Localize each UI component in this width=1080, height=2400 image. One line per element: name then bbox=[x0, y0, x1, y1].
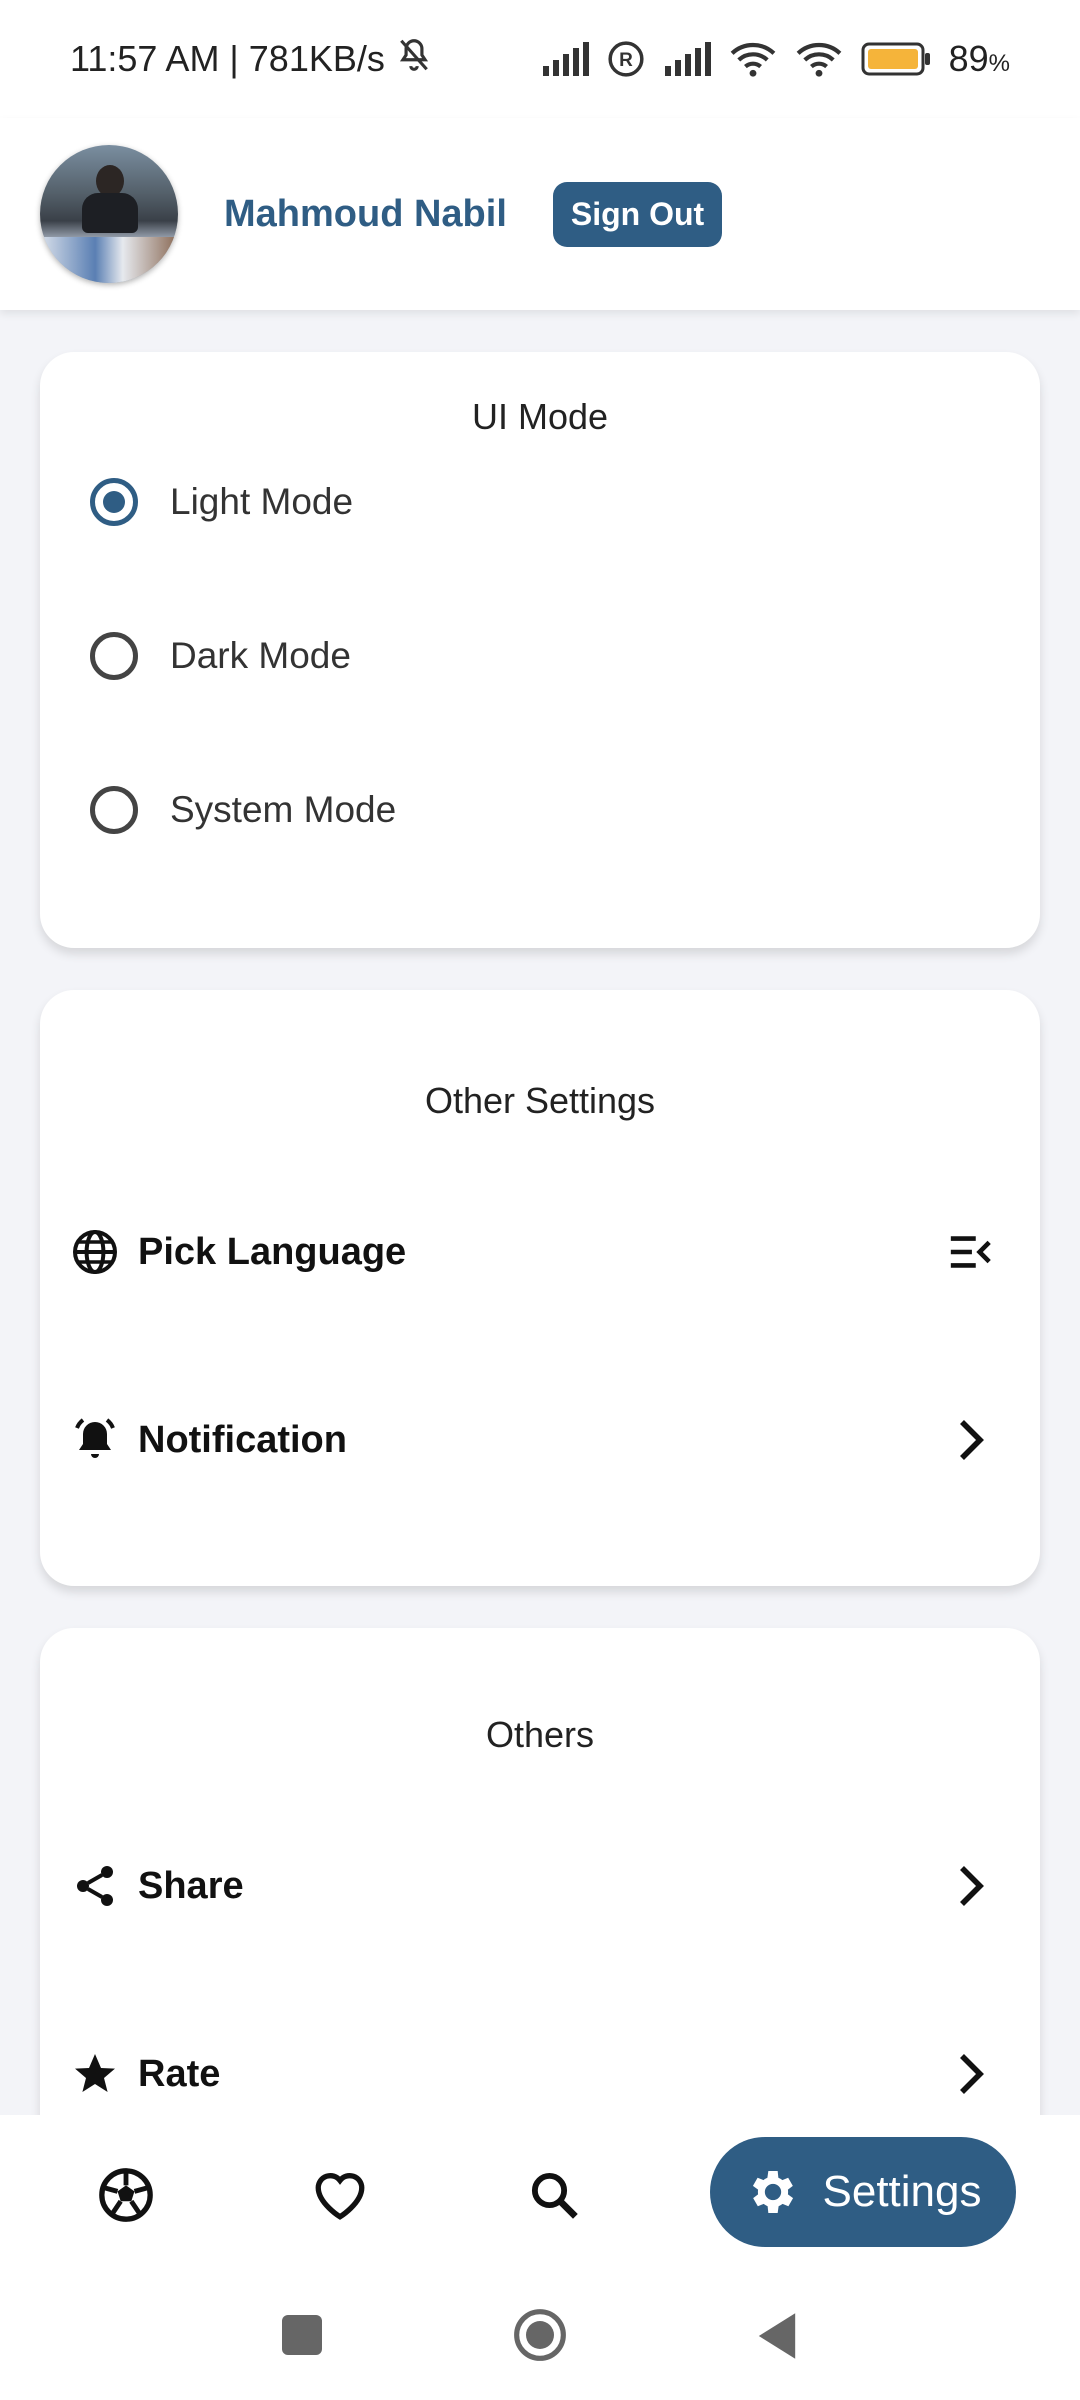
notification-label: Notification bbox=[138, 1418, 347, 1461]
rate-row[interactable]: Rate bbox=[70, 2034, 1010, 2114]
status-right: R 89% bbox=[541, 38, 1010, 80]
wifi-icon bbox=[729, 40, 777, 78]
settings-content[interactable]: UI Mode Light Mode Dark Mode System Mode… bbox=[0, 310, 1080, 2115]
wifi-icon-2 bbox=[795, 40, 843, 78]
battery-percent: 89 bbox=[948, 38, 989, 79]
svg-text:R: R bbox=[619, 50, 633, 71]
radio-button[interactable] bbox=[90, 632, 138, 680]
bell-icon bbox=[70, 1415, 120, 1465]
status-time-speed: 11:57 AM | 781KB/s bbox=[70, 38, 385, 79]
radio-system-mode[interactable]: System Mode bbox=[90, 786, 396, 834]
status-left: 11:57 AM | 781KB/s bbox=[70, 36, 433, 83]
signal-icon bbox=[541, 42, 589, 76]
status-bar: 11:57 AM | 781KB/s R 89% bbox=[0, 0, 1080, 118]
system-navigation-bar bbox=[0, 2275, 1080, 2400]
username: Mahmoud Nabil bbox=[224, 192, 507, 235]
soccer-ball-icon[interactable] bbox=[96, 2165, 156, 2225]
back-triangle-icon[interactable] bbox=[754, 2311, 800, 2361]
share-icon bbox=[70, 1861, 120, 1911]
ui-mode-card: UI Mode Light Mode Dark Mode System Mode bbox=[40, 352, 1040, 948]
rate-label: Rate bbox=[138, 2052, 221, 2095]
notification-row[interactable]: Notification bbox=[70, 1400, 1010, 1480]
heart-icon[interactable] bbox=[310, 2165, 370, 2225]
roaming-icon: R bbox=[607, 40, 645, 78]
radio-label: System Mode bbox=[170, 789, 397, 830]
profile-header: Mahmoud Nabil Sign Out bbox=[0, 118, 1080, 310]
gear-icon bbox=[745, 2164, 801, 2220]
battery-icon bbox=[861, 42, 931, 76]
home-circle-icon[interactable] bbox=[512, 2307, 568, 2363]
recents-square-icon[interactable] bbox=[282, 2315, 322, 2355]
search-icon[interactable] bbox=[524, 2165, 584, 2225]
menu-collapse-icon[interactable] bbox=[940, 1222, 1000, 1282]
star-icon bbox=[70, 2049, 120, 2099]
chevron-right-icon[interactable] bbox=[940, 1410, 1000, 1470]
radio-dark-mode[interactable]: Dark Mode bbox=[90, 632, 351, 680]
radio-label: Dark Mode bbox=[170, 635, 351, 676]
others-card: Others Share Rate bbox=[40, 1628, 1040, 2115]
battery-level: 89% bbox=[949, 38, 1010, 80]
other-settings-title: Other Settings bbox=[424, 1080, 656, 1121]
globe-icon bbox=[70, 1227, 120, 1277]
share-label: Share bbox=[138, 1864, 244, 1907]
share-row[interactable]: Share bbox=[70, 1846, 1010, 1926]
chevron-right-icon[interactable] bbox=[940, 1856, 1000, 1916]
radio-light-mode[interactable]: Light Mode bbox=[90, 478, 353, 526]
bottom-navigation: Settings bbox=[0, 2115, 1080, 2275]
pick-language-label: Pick Language bbox=[138, 1230, 407, 1273]
radio-button[interactable] bbox=[90, 786, 138, 834]
radio-button-checked[interactable] bbox=[90, 478, 138, 526]
other-settings-card: Other Settings Pick Language Notificatio… bbox=[40, 990, 1040, 1586]
settings-nav-label: Settings bbox=[822, 2167, 982, 2216]
ui-mode-title: UI Mode bbox=[471, 396, 609, 437]
avatar[interactable] bbox=[40, 145, 178, 283]
muted-bell-icon bbox=[395, 36, 433, 83]
sign-out-button[interactable]: Sign Out bbox=[552, 181, 723, 247]
signal-icon-2 bbox=[663, 42, 711, 76]
others-title: Others bbox=[485, 1714, 595, 1755]
settings-nav-button[interactable]: Settings bbox=[710, 2137, 1016, 2247]
pick-language-row[interactable]: Pick Language bbox=[70, 1212, 1010, 1292]
battery-unit: % bbox=[988, 50, 1010, 77]
radio-label: Light Mode bbox=[170, 481, 354, 522]
chevron-right-icon[interactable] bbox=[940, 2044, 1000, 2104]
